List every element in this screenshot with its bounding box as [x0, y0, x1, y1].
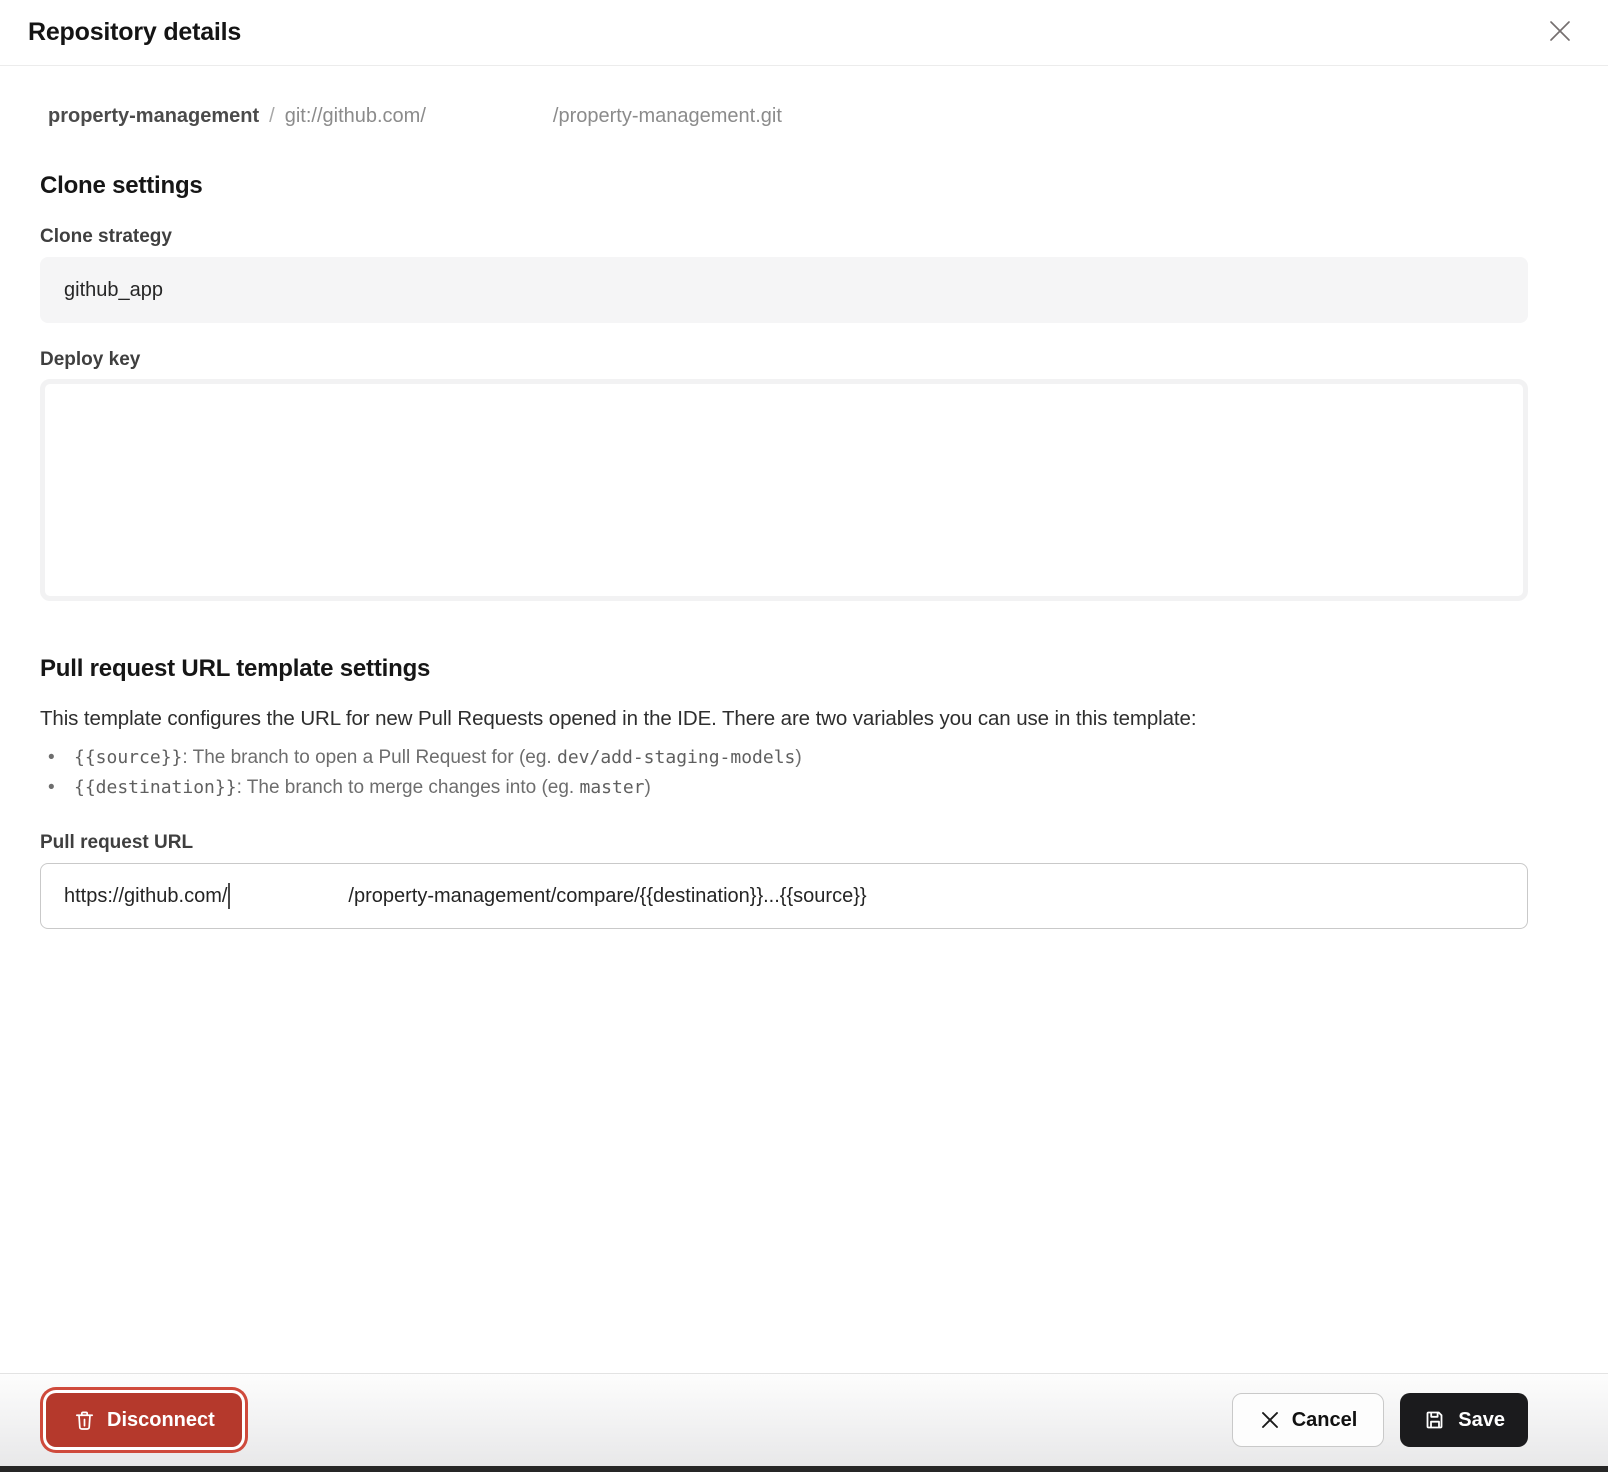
save-button-label: Save: [1458, 1409, 1505, 1432]
deploy-key-label: Deploy key: [40, 349, 1528, 371]
url-value-suffix: /property-management/compare/{{destinati…: [348, 885, 866, 908]
modal-content: property-management / git://github.com/ …: [0, 66, 1608, 1373]
destination-variable-suffix: ): [645, 777, 651, 798]
modal-footer: Disconnect Cancel Save: [0, 1373, 1608, 1466]
pr-variable-source: {{source}}: The branch to open a Pull Re…: [40, 743, 1528, 773]
pull-request-url-label: Pull request URL: [40, 832, 1528, 854]
clone-strategy-value: github_app: [64, 279, 163, 302]
cancel-x-icon: [1259, 1409, 1281, 1431]
disconnect-button-label: Disconnect: [107, 1409, 215, 1432]
destination-variable-code: {{destination}}: [74, 777, 237, 798]
pr-variable-destination: {{destination}}: The branch to merge cha…: [40, 773, 1528, 803]
pr-template-variable-list: {{source}}: The branch to open a Pull Re…: [40, 743, 1528, 803]
background-page-edge: [0, 1466, 1608, 1472]
cancel-button-label: Cancel: [1292, 1409, 1358, 1432]
breadcrumb-url-prefix: git://github.com/: [285, 105, 426, 128]
save-floppy-icon: [1423, 1408, 1447, 1432]
source-variable-text: : The branch to open a Pull Request for …: [182, 747, 557, 768]
pr-template-heading: Pull request URL template settings: [40, 655, 1528, 683]
disconnect-button[interactable]: Disconnect: [46, 1393, 242, 1447]
close-button[interactable]: [1540, 13, 1580, 53]
modal-header: Repository details: [0, 0, 1608, 66]
breadcrumb-url-suffix: /property-management.git: [553, 105, 782, 128]
pr-template-description: This template configures the URL for new…: [40, 707, 1528, 731]
page-title: Repository details: [28, 18, 241, 47]
breadcrumb-repo-name: property-management: [48, 105, 259, 128]
source-variable-example: dev/add-staging-models: [557, 747, 795, 768]
destination-variable-example: master: [579, 777, 644, 798]
breadcrumb: property-management / git://github.com/ …: [48, 105, 1528, 128]
breadcrumb-separator: /: [269, 105, 275, 128]
clone-strategy-field[interactable]: github_app: [40, 257, 1528, 323]
destination-variable-text: : The branch to merge changes into (eg.: [237, 777, 580, 798]
source-variable-code: {{source}}: [74, 747, 182, 768]
pull-request-url-input[interactable]: https://github.com/ /property-management…: [40, 863, 1528, 929]
save-button[interactable]: Save: [1400, 1393, 1528, 1447]
source-variable-suffix: ): [795, 747, 801, 768]
clone-strategy-label: Clone strategy: [40, 226, 1528, 248]
url-value-prefix: https://github.com/: [64, 885, 227, 908]
close-icon: [1547, 18, 1573, 47]
footer-actions: Cancel Save: [1232, 1393, 1528, 1447]
clone-settings-heading: Clone settings: [40, 172, 1528, 200]
cancel-button[interactable]: Cancel: [1232, 1393, 1385, 1447]
deploy-key-textarea[interactable]: [40, 379, 1528, 601]
trash-icon: [73, 1408, 96, 1432]
text-cursor: [228, 883, 230, 909]
